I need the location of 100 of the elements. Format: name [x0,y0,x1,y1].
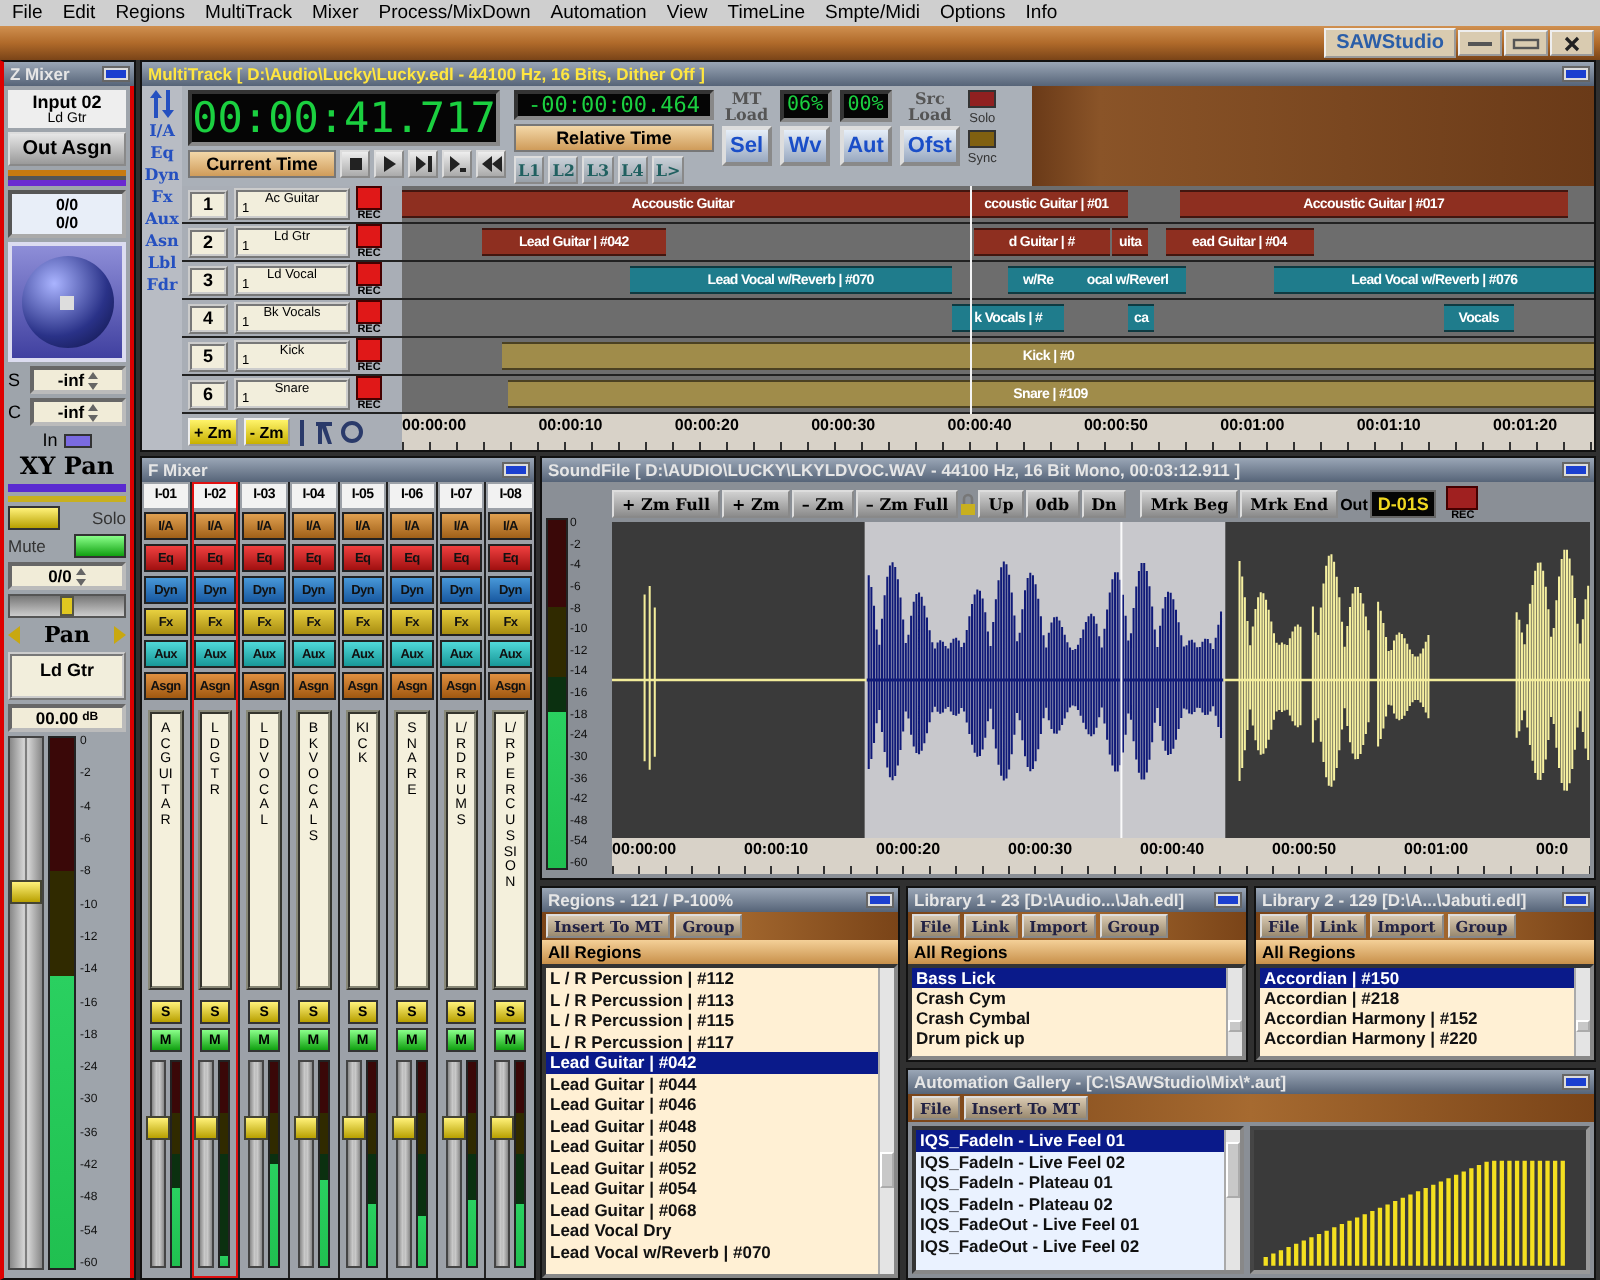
view-toggle[interactable]: Lbl [147,252,177,272]
list-item[interactable]: Lead Guitar | #050 [546,1136,878,1157]
track-number[interactable]: 2 [188,227,228,257]
zoom-button[interactable]: + Zm Full [612,490,721,518]
zoom-button[interactable]: – Zm [791,490,854,518]
list-item[interactable]: Crash Cym [912,988,1226,1008]
send-label: C [8,402,23,422]
mode-button[interactable]: Aut [839,126,892,166]
mode-button[interactable]: Wv [780,126,830,166]
mode-button[interactable]: Sel [722,126,772,166]
list-item[interactable]: Lead Guitar | #054 [546,1178,878,1199]
menu-item[interactable]: Automation [540,0,657,26]
list-header: All Regions [542,940,898,964]
panel-title: F Mixer [148,460,208,480]
panel-title: Automation Gallery - [C:\SAWStudio\Mix\*.aut] [914,1072,1287,1092]
ruler-label: 00:00:50 [1272,838,1339,862]
view-toggle[interactable]: Asn [145,230,179,250]
list-item[interactable]: IQS_FadeOut - Live Feel 02 [916,1235,1224,1256]
zoom-button[interactable]: - Zm [243,418,290,446]
list-item[interactable]: Drum pick up [912,1028,1226,1048]
menu-item[interactable]: MultiTrack [195,0,303,26]
list-item[interactable]: Accordian Harmony | #220 [1260,1028,1574,1048]
ruler-label: 00:00:40 [947,416,1012,434]
list-item[interactable]: Lead Vocal Dry [546,1220,878,1241]
list-item[interactable]: L / R Percussion | #115 [546,1010,878,1031]
input-label: In [42,430,58,450]
list-item[interactable]: Crash Cymbal [912,1008,1226,1028]
list-item[interactable]: IQS_FadeIn - Live Feel 01 [916,1130,1224,1151]
ruler-label: 00:00:40 [1140,838,1207,862]
menu-item[interactable]: Options [930,0,1016,26]
view-toggle[interactable]: Fdr [146,274,178,294]
panel-title: Library 1 - 23 [D:\Audio...\Jah.edl] [914,890,1185,910]
menu-item[interactable]: Mixer [302,0,369,26]
timeline-ruler[interactable]: 00:00:00 00:00:10 00:00:20 00:00:30 00:00:40 00:00:50 00:01:00 00:0 [612,838,1590,874]
menu-item[interactable]: View [656,0,718,26]
track-number[interactable]: 6 [188,379,228,409]
list-item[interactable]: IQS_FadeIn - Plateau 01 [916,1172,1224,1193]
ruler-label: 00:00:20 [876,838,943,862]
track-number[interactable]: 3 [188,265,228,295]
panel-title: Library 2 - 129 [D:\A...\Jabuti.edl] [1262,890,1527,910]
menu-item[interactable]: Process/MixDown [368,0,541,26]
view-toggle[interactable]: Dyn [144,164,180,184]
list-item[interactable]: Lead Guitar | #048 [546,1115,878,1136]
list-item[interactable]: Lead Vocal w/Reverb | #070 [546,1241,878,1262]
track-number[interactable]: 5 [188,341,228,371]
menu-item[interactable]: Smpte/Midi [815,0,931,26]
menu-item[interactable]: Edit [52,0,106,26]
ruler-label: 00:01:00 [1220,416,1285,434]
output-assign-button[interactable]: Out Asgn [8,132,126,166]
list-item[interactable]: L / R Percussion | #113 [546,989,878,1010]
menu-item[interactable]: TimeLine [717,0,815,26]
relative-time-display: -00:00:00.464 [514,90,714,120]
ruler-label: 00:01:10 [1356,416,1421,434]
view-toggle[interactable]: Fx [151,186,173,206]
marker-button[interactable]: Mrk Beg [1140,490,1239,518]
send-level-field[interactable]: -inf [30,398,126,426]
menu-item[interactable]: Regions [105,0,196,26]
timeline-ruler[interactable]: 00:00:00 00:00:10 00:00:20 00:00:30 00:00:40 00:00:50 00:01:00 00:01:10 00:01:20 [402,414,1594,450]
list-item[interactable]: Accordian | #150 [1260,968,1574,988]
menu-item[interactable]: Info [1015,0,1068,26]
view-toggle[interactable]: Aux [145,208,179,228]
view-toggle[interactable]: Eq [150,142,174,162]
marker-button[interactable]: Mrk End [1240,490,1339,518]
list-item[interactable]: Lead Guitar | #044 [546,1073,878,1094]
pan-value-field[interactable]: 0/0 [8,562,126,590]
ruler-label: 00:00:30 [1008,838,1075,862]
app-logo: SAWStudio [1324,28,1456,58]
zoom-button[interactable]: – Zm Full [855,490,959,518]
ruler-label: 00:01:00 [1404,838,1471,862]
output-label: Out [1340,495,1368,513]
list-item[interactable]: L / R Percussion | #117 [546,1031,878,1052]
ruler-label: 00:00:30 [811,416,876,434]
mode-button[interactable]: Ofst [899,126,960,166]
ruler-label: 00:0 [1536,838,1569,862]
list-item[interactable]: IQS_FadeIn - Live Feel 02 [916,1151,1224,1172]
ruler-label: 00:00:20 [674,416,739,434]
level-button[interactable]: 0db [1025,490,1080,518]
list-item[interactable]: Lead Guitar | #052 [546,1157,878,1178]
list-item[interactable]: Lead Guitar | #068 [546,1199,878,1220]
send-level-field[interactable]: -inf [30,366,126,394]
send-label: S [8,370,23,390]
list-header: All Regions [1256,940,1594,964]
list-item[interactable]: IQS_FadeIn - Plateau 02 [916,1193,1224,1214]
zoom-button[interactable]: + Zm [722,490,790,518]
list-item[interactable]: Accordian | #218 [1260,988,1574,1008]
list-item[interactable]: IQS_FadeOut - Live Feel 01 [916,1214,1224,1235]
track-number[interactable]: 4 [188,303,228,333]
menu-item[interactable]: File [2,0,53,26]
list-item[interactable]: Lead Guitar | #046 [546,1094,878,1115]
list-item[interactable]: L / R Percussion | #112 [546,968,878,989]
output-device-display[interactable]: D-01S [1369,490,1437,518]
panel-title: Regions - 121 / P-100% [548,890,734,910]
list-item[interactable]: Lead Guitar | #042 [546,1052,878,1073]
level-button[interactable]: Up [978,490,1024,518]
track-number[interactable]: 1 [188,189,228,219]
list-item[interactable]: Accordian Harmony | #152 [1260,1008,1574,1028]
zoom-button[interactable]: + Zm [188,418,238,446]
level-button[interactable]: Dn [1081,490,1127,518]
list-item[interactable]: Bass Lick [912,968,1226,988]
view-toggle[interactable]: I/A [149,120,175,140]
